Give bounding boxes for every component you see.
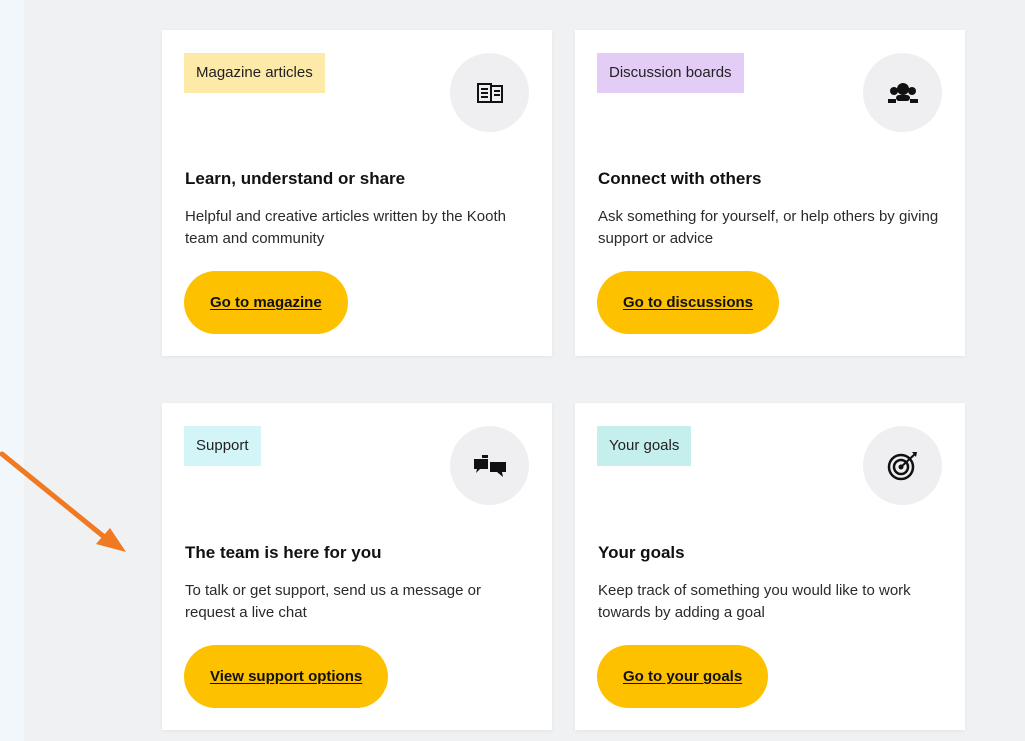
card-title: Connect with others (598, 169, 762, 188)
support-card: Support The team is here for you To talk… (162, 403, 552, 730)
view-support-options-button[interactable]: View support options (184, 645, 389, 708)
card-description: Keep track of something you would like t… (598, 582, 911, 621)
target-icon (863, 426, 942, 505)
card-title: Your goals (598, 543, 685, 562)
chat-bubbles-icon (450, 426, 529, 505)
card-description: To talk or get support, send us a messag… (185, 582, 481, 621)
card-description: Helpful and creative articles written by… (185, 208, 506, 247)
card-tag: Your goals (597, 426, 692, 466)
magazine-card: Magazine articles Learn, understand or s… (162, 30, 552, 356)
go-to-magazine-button[interactable]: Go to magazine (184, 271, 348, 334)
card-tag: Magazine articles (184, 53, 325, 93)
discussions-card: Discussion boards Connect with others As… (575, 30, 965, 356)
card-description: Ask something for yourself, or help othe… (598, 208, 939, 247)
card-title: Learn, understand or share (185, 169, 406, 188)
card-tag: Support (184, 426, 261, 466)
annotation-arrow-icon (0, 451, 126, 552)
card-tag: Discussion boards (597, 53, 744, 93)
go-to-your-goals-button[interactable]: Go to your goals (597, 645, 769, 708)
go-to-discussions-button[interactable]: Go to discussions (597, 271, 780, 334)
newspaper-icon (450, 53, 529, 132)
card-title: The team is here for you (185, 543, 382, 562)
goals-card: Your goals Your goals Keep track of some… (575, 403, 965, 730)
group-icon (863, 53, 942, 132)
